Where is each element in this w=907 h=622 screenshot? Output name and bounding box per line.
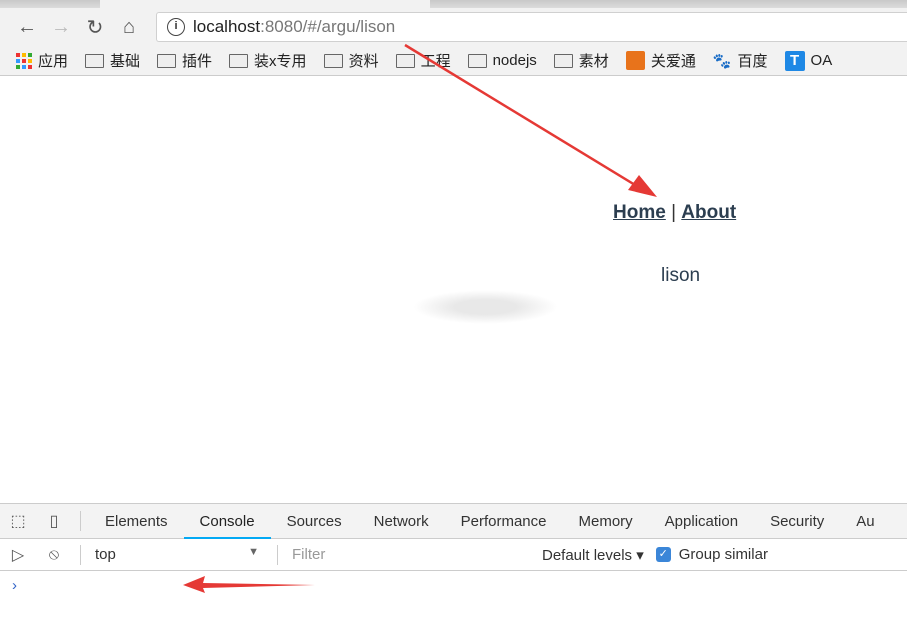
folder-icon	[85, 53, 105, 68]
apps-icon	[16, 52, 32, 69]
filter-input[interactable]: Filter	[286, 546, 536, 563]
divider	[277, 544, 278, 565]
bookmark-folder[interactable]: 插件	[157, 50, 212, 71]
dropdown-arrow-icon: ▼	[248, 546, 259, 558]
tab-application[interactable]: Application	[649, 504, 754, 539]
router-nav: Home | About	[613, 202, 736, 224]
route-param-text: lison	[661, 265, 701, 286]
folder-icon	[553, 53, 573, 68]
browser-toolbar: ← → ↻ ⌂ i localhost:8080/#/argu/lison	[0, 8, 907, 46]
bookmarks-bar: 应用 基础 插件 装x专用 资料 工程 nodejs 素材 关爱通 🐾 百度 TO…	[0, 46, 907, 76]
url-host: localhost	[193, 17, 261, 36]
bookmark-oa[interactable]: T OA	[784, 50, 833, 71]
address-bar[interactable]: i localhost:8080/#/argu/lison	[156, 12, 907, 42]
context-value: top	[95, 546, 116, 563]
bookmark-guanaitong[interactable]: 关爱通	[625, 50, 696, 71]
folder-icon	[323, 53, 343, 68]
clear-console-icon[interactable]: ⦸	[36, 546, 72, 564]
folder-icon	[395, 53, 415, 68]
tab-console[interactable]: Console	[183, 504, 271, 539]
devtools-tabs: ⬚ ▯ Elements Console Sources Network Per…	[0, 504, 907, 539]
home-icon[interactable]: ⌂	[112, 16, 146, 39]
bookmark-folder[interactable]: 工程	[395, 50, 451, 71]
tab-sources[interactable]: Sources	[271, 504, 358, 539]
tab-strip	[0, 0, 907, 8]
sidebar-toggle-icon[interactable]: ▷	[0, 545, 36, 565]
bookmark-label: 装x专用	[254, 53, 307, 70]
device-toolbar-icon[interactable]: ▯	[36, 511, 72, 531]
tab-security[interactable]: Security	[754, 504, 840, 539]
bookmark-label: 资料	[348, 53, 379, 70]
devtools-panel: ⬚ ▯ Elements Console Sources Network Per…	[0, 503, 907, 622]
url-path: :8080/#/argu/lison	[260, 17, 396, 36]
bookmark-label: 基础	[110, 53, 141, 70]
baidu-paw-icon: 🐾	[712, 52, 732, 70]
bookmark-label: 素材	[578, 53, 609, 70]
console-prompt[interactable]: ›	[0, 571, 907, 600]
bookmark-folder[interactable]: 素材	[553, 50, 609, 71]
home-link[interactable]: Home	[613, 202, 666, 223]
bookmark-apps[interactable]: 应用	[16, 50, 68, 71]
tab-performance[interactable]: Performance	[445, 504, 563, 539]
group-similar-checkbox[interactable]: ✓	[655, 547, 671, 562]
divider	[80, 511, 81, 531]
group-similar-label: Group similar	[678, 546, 768, 563]
info-icon[interactable]: i	[167, 18, 185, 36]
active-tab[interactable]	[100, 0, 430, 8]
bookmark-folder[interactable]: 装x专用	[229, 50, 307, 71]
guanaitong-icon	[625, 51, 645, 70]
oa-icon: T	[784, 50, 805, 71]
page-content: Home | About lison	[0, 76, 907, 501]
folder-icon	[229, 53, 249, 68]
folder-icon	[157, 53, 177, 68]
console-toolbar: ▷ ⦸ top ▼ Filter Default levels ▾ ✓ Group…	[0, 539, 907, 571]
tab-elements[interactable]: Elements	[89, 504, 184, 539]
reload-icon[interactable]: ↻	[78, 15, 112, 40]
folder-icon	[467, 53, 487, 68]
bookmark-label: 工程	[420, 53, 451, 70]
divider	[80, 544, 81, 565]
bookmark-label: nodejs	[492, 52, 537, 69]
bookmark-label: OA	[810, 52, 833, 69]
nav-separator: |	[671, 202, 677, 223]
tab-audits[interactable]: Au	[840, 504, 890, 539]
inspect-element-icon[interactable]: ⬚	[0, 511, 36, 531]
levels-dropdown[interactable]: Default levels ▾	[542, 546, 644, 564]
bookmark-folder[interactable]: 资料	[323, 50, 379, 71]
tab-network[interactable]: Network	[358, 504, 445, 539]
bookmark-baidu[interactable]: 🐾 百度	[713, 50, 768, 71]
bookmark-label: 应用	[38, 53, 69, 70]
tab-memory[interactable]: Memory	[563, 504, 649, 539]
bookmark-label: 插件	[182, 53, 213, 70]
about-link[interactable]: About	[681, 202, 736, 223]
bookmark-folder[interactable]: 基础	[85, 50, 140, 71]
forward-icon[interactable]: →	[44, 16, 78, 39]
bookmark-label: 关爱通	[650, 53, 696, 70]
back-icon[interactable]: ←	[10, 16, 44, 39]
bookmark-label: 百度	[737, 53, 768, 70]
blurred-region	[413, 290, 558, 324]
bookmark-folder[interactable]: nodejs	[467, 52, 537, 69]
context-select[interactable]: top ▼	[89, 546, 269, 563]
